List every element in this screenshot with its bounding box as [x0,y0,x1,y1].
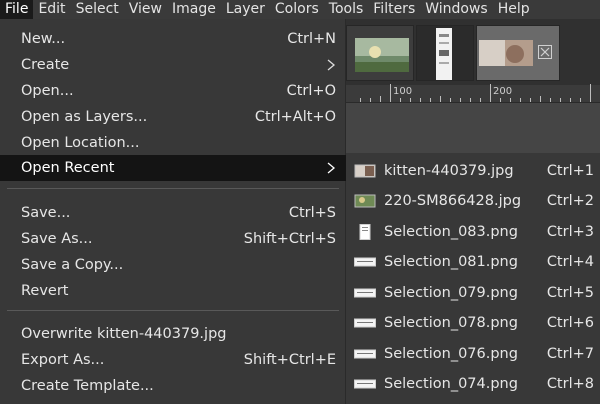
ruler-major-tick [490,84,491,102]
menu-tools[interactable]: Tools [324,0,369,19]
recent-item-label: Selection_076.png [384,346,518,362]
image-tab-portrait[interactable] [416,25,474,81]
kitten-thumbnail-icon [479,40,533,66]
menu-item-accel: Ctrl+O [286,83,336,99]
image-tab-landscape[interactable] [346,25,414,81]
recent-item-accel: Ctrl+5 [546,285,594,301]
menu-item-label: Create Template... [21,378,154,394]
menu-item-overwrite[interactable]: Overwrite kitten-440379.jpg [0,321,346,347]
menu-item-label: Open... [21,83,74,99]
recent-item-label: Selection_078.png [384,315,518,331]
portrait-thumbnail-icon [359,224,371,240]
kitten-thumbnail-icon [354,164,376,178]
menu-item-save[interactable]: Save... Ctrl+S [0,200,346,226]
menu-item-accel: Ctrl+S [288,205,336,221]
menu-item-label: Open as Layers... [21,109,148,125]
image-tab-kitten[interactable] [476,25,560,81]
menu-item-label: New... [21,31,66,47]
recent-item-label: Selection_083.png [384,224,518,240]
recent-item-accel: Ctrl+4 [546,254,594,270]
menu-item-create[interactable]: Create [0,52,346,78]
recent-item[interactable]: Selection_074.png Ctrl+8 [346,369,600,399]
menu-item-save-as[interactable]: Save As... Shift+Ctrl+S [0,226,346,252]
wide-thumbnail-icon [354,349,376,359]
menu-help[interactable]: Help [493,0,535,19]
recent-item[interactable]: kitten-440379.jpg Ctrl+1 [346,156,600,186]
landscape-thumbnail-icon [355,38,409,72]
menu-item-label: Save a Copy... [21,257,124,273]
image-tabs-strip [346,19,600,85]
menu-item-open[interactable]: Open... Ctrl+O [0,78,346,104]
ruler-label-200: 200 [493,86,513,97]
recent-item-accel: Ctrl+3 [546,224,594,240]
menu-item-accel: Ctrl+Alt+O [254,109,336,125]
wide-thumbnail-icon [354,288,376,298]
chevron-right-icon [327,59,336,71]
horizontal-ruler: 100 200 [346,84,600,103]
menu-separator [7,188,339,189]
close-icon[interactable] [538,45,552,59]
menu-image[interactable]: Image [167,0,221,19]
menu-item-create-template[interactable]: Create Template... [0,373,346,399]
wide-thumbnail-icon [354,257,376,267]
file-menu: New... Ctrl+N Create Open... Ctrl+O Open… [0,19,346,404]
recent-item[interactable]: Selection_078.png Ctrl+6 [346,308,600,338]
recent-item-label: 220-SM866428.jpg [384,193,522,209]
menu-windows[interactable]: Windows [420,0,493,19]
menu-filters[interactable]: Filters [368,0,420,19]
wide-thumbnail-icon [354,379,376,389]
open-recent-submenu: kitten-440379.jpg Ctrl+1 220-SM866428.jp… [346,153,600,404]
recent-item-accel: Ctrl+1 [546,163,594,179]
ruler-label-100: 100 [393,86,413,97]
portrait-thumbnail-icon [436,28,452,80]
recent-item-label: kitten-440379.jpg [384,163,514,179]
recent-item[interactable]: Selection_079.png Ctrl+5 [346,278,600,308]
recent-item-accel: Ctrl+7 [546,346,594,362]
menu-item-new[interactable]: New... Ctrl+N [0,26,346,52]
menu-item-label: Save... [21,205,71,221]
recent-item-accel: Ctrl+8 [546,376,594,392]
menu-item-accel: Shift+Ctrl+S [243,231,336,247]
recent-item[interactable]: Selection_076.png Ctrl+7 [346,339,600,369]
menu-edit[interactable]: Edit [33,0,70,19]
recent-item[interactable]: Selection_083.png Ctrl+3 [346,217,600,247]
menu-view[interactable]: View [124,0,167,19]
recent-item-label: Selection_074.png [384,376,518,392]
recent-item-accel: Ctrl+2 [546,193,594,209]
menu-item-accel: Ctrl+N [287,31,336,47]
menu-item-accel: Shift+Ctrl+E [243,352,336,368]
menu-layer[interactable]: Layer [221,0,270,19]
menubar: File Edit Select View Image Layer Colors… [0,0,600,19]
menu-item-label: Save As... [21,231,93,247]
menu-select[interactable]: Select [71,0,124,19]
menu-item-label: Overwrite kitten-440379.jpg [21,326,227,342]
menu-item-label: Open Location... [21,135,140,151]
menu-separator [7,310,339,311]
ruler-major-tick [390,84,391,102]
menu-file[interactable]: File [0,0,34,19]
menu-item-label: Open Recent [21,160,115,176]
menu-item-export-as[interactable]: Export As... Shift+Ctrl+E [0,347,346,373]
menu-item-save-a-copy[interactable]: Save a Copy... [0,252,346,278]
menu-item-label: Create [21,57,70,73]
menu-item-label: Export As... [21,352,105,368]
recent-item-label: Selection_081.png [384,254,518,270]
recent-item-label: Selection_079.png [384,285,518,301]
menu-item-open-as-layers[interactable]: Open as Layers... Ctrl+Alt+O [0,104,346,130]
menu-colors[interactable]: Colors [270,0,324,19]
menu-item-revert[interactable]: Revert [0,278,346,304]
menu-item-open-location[interactable]: Open Location... [0,130,346,156]
menu-item-open-recent[interactable]: Open Recent [0,155,346,181]
wide-thumbnail-icon [354,318,376,328]
landscape-thumbnail-icon [354,194,376,208]
recent-item-accel: Ctrl+6 [546,315,594,331]
recent-item[interactable]: 220-SM866428.jpg Ctrl+2 [346,186,600,216]
recent-item[interactable]: Selection_081.png Ctrl+4 [346,247,600,277]
menu-item-label: Revert [21,283,69,299]
chevron-right-icon [327,162,336,174]
